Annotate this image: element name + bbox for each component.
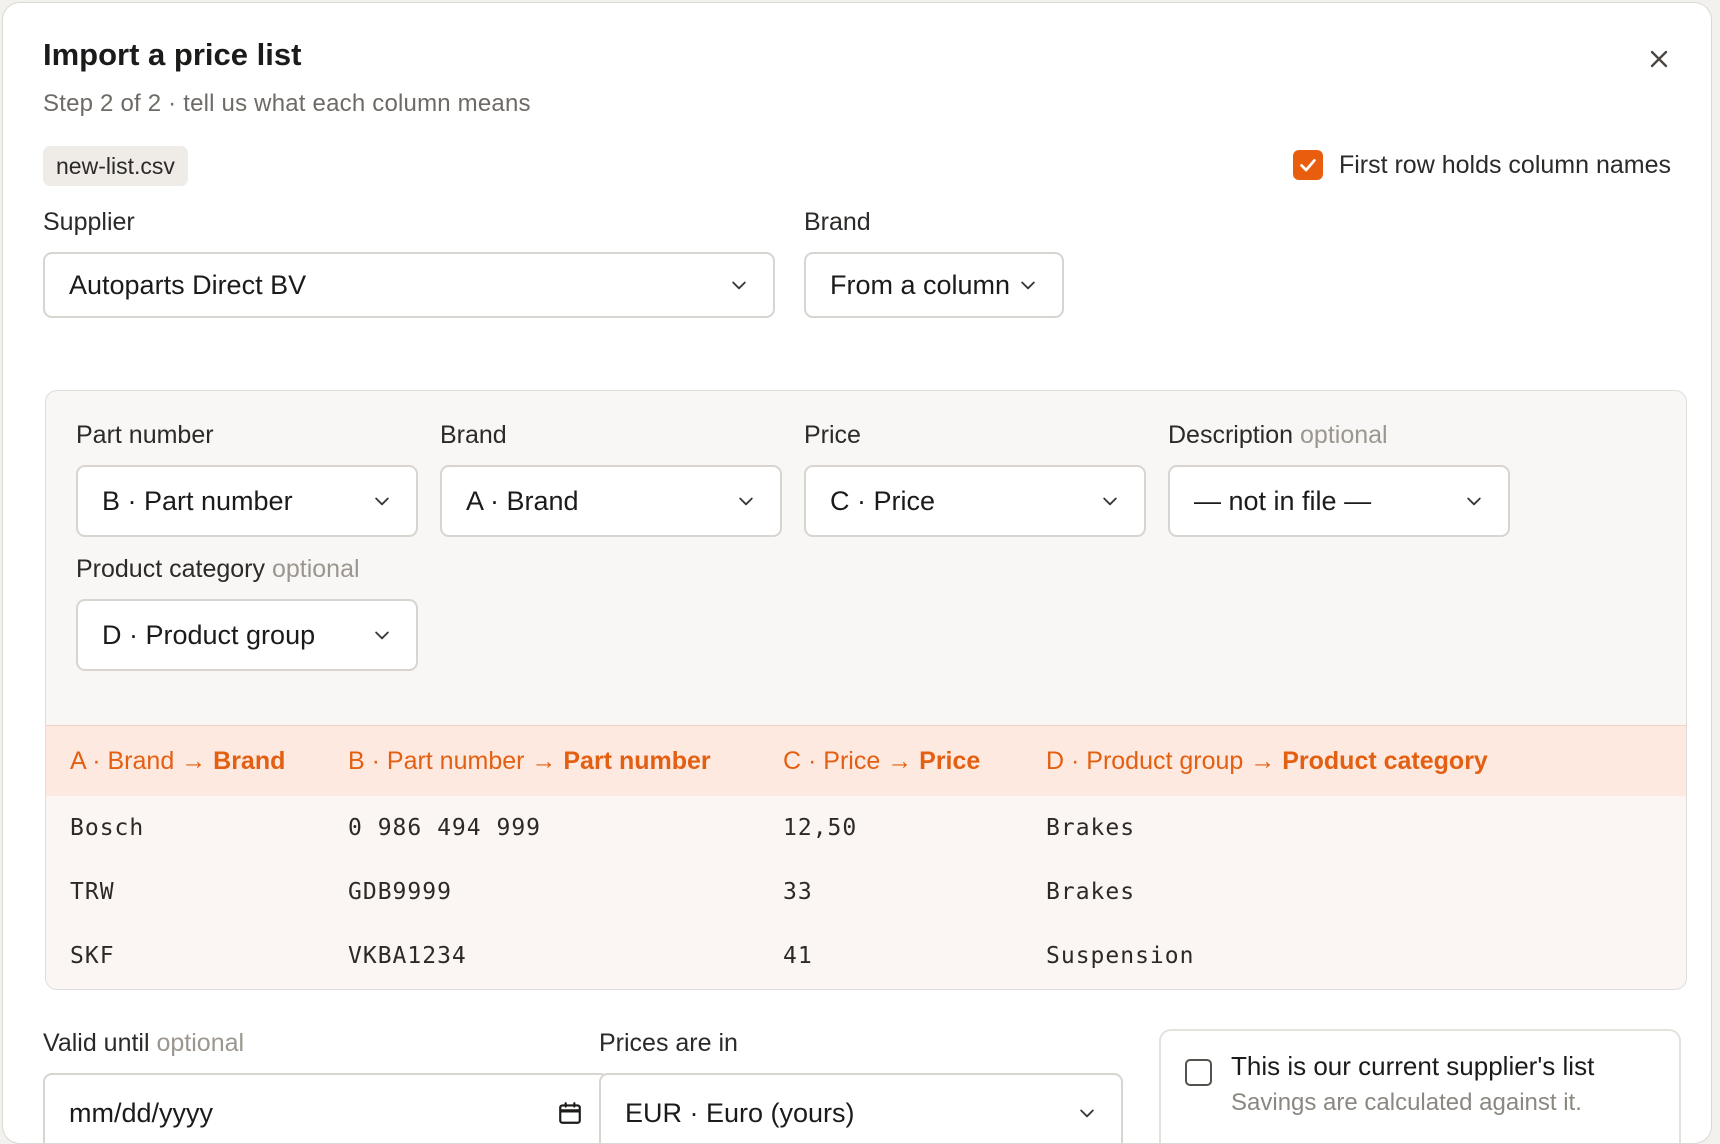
table-cell: 12,50 (783, 815, 858, 841)
file-name-chip: new-list.csv (43, 146, 188, 186)
table-cell: Brakes (1046, 879, 1136, 905)
current-supplier-option[interactable]: This is our current supplier's list Savi… (1159, 1029, 1681, 1143)
currency-select[interactable]: EUR · Euro (yours) (599, 1073, 1123, 1143)
table-cell: 33 (783, 879, 813, 905)
table-cell: 0 986 494 999 (348, 815, 542, 841)
part-number-label: Part number (76, 421, 214, 449)
dialog-title: Import a price list (43, 37, 302, 72)
category-label: Product category optional (76, 555, 360, 583)
currency-value: EUR · Euro (yours) (625, 1097, 855, 1128)
chevron-down-icon (732, 281, 746, 290)
part-number-value: B · Part number (102, 485, 293, 516)
checkbox-unchecked-icon[interactable] (1185, 1059, 1212, 1086)
preview-column-header: B · Part number → Part number (348, 747, 711, 775)
valid-until-label: Valid until optional (43, 1029, 245, 1057)
brand-source-label: Brand (804, 208, 871, 236)
chevron-down-icon (375, 497, 389, 506)
table-cell: GDB9999 (348, 879, 452, 905)
table-cell: 41 (783, 943, 813, 969)
checkbox-checked-icon[interactable] (1292, 150, 1323, 180)
brand-source-value: From a column (830, 269, 1011, 300)
table-cell: Suspension (1046, 943, 1195, 969)
description-value: — not in file — (1194, 485, 1372, 516)
category-value: D · Product group (102, 619, 316, 650)
valid-until-input[interactable]: mm/dd/yyyy (43, 1073, 609, 1143)
header-row-label: First row holds column names (1338, 150, 1671, 179)
table-cell: Bosch (70, 815, 145, 841)
brand-map-label: Brand (440, 421, 507, 449)
table-row: TRW GDB9999 33 Brakes (46, 860, 1686, 925)
price-label: Price (804, 421, 861, 449)
current-supplier-title: This is our current supplier's list (1231, 1051, 1595, 1081)
description-select[interactable]: — not in file — (1168, 465, 1510, 537)
optional-tag: optional (156, 1029, 245, 1057)
table-cell: Brakes (1046, 815, 1136, 841)
chevron-down-icon (1021, 281, 1035, 290)
preview-column-header: D · Product group → Product category (1046, 747, 1488, 775)
chevron-down-icon (1103, 497, 1117, 506)
price-select[interactable]: C · Price (804, 465, 1146, 537)
supplier-value: Autoparts Direct BV (69, 269, 307, 300)
optional-tag: optional (271, 555, 360, 583)
price-value: C · Price (830, 485, 936, 516)
table-cell: TRW (70, 879, 115, 905)
dialog-subtitle: Step 2 of 2 · tell us what each column m… (43, 90, 531, 117)
supplier-label: Supplier (43, 208, 135, 236)
part-number-select[interactable]: B · Part number (76, 465, 418, 537)
table-row: Bosch 0 986 494 999 12,50 Brakes (46, 796, 1686, 861)
preview-column-header: A · Brand → Brand (70, 747, 286, 775)
chevron-down-icon (739, 497, 753, 506)
preview-column-header: C · Price → Price (783, 747, 981, 775)
table-cell: VKBA1234 (348, 943, 467, 969)
column-mapping-panel: Part number B · Part number Brand A · Br… (45, 390, 1687, 990)
valid-until-placeholder: mm/dd/yyyy (69, 1097, 214, 1128)
header-row-checkbox[interactable]: First row holds column names (1292, 150, 1671, 180)
chevron-down-icon (1467, 497, 1481, 506)
import-dialog: Import a price list Step 2 of 2 · tell u… (2, 2, 1712, 1144)
brand-map-value: A · Brand (466, 485, 579, 516)
brand-source-select[interactable]: From a column (804, 252, 1064, 318)
calendar-icon[interactable] (557, 1100, 583, 1126)
close-icon[interactable] (1645, 45, 1673, 73)
description-label: Description optional (1168, 421, 1388, 449)
current-supplier-subtitle: Savings are calculated against it. (1231, 1089, 1582, 1116)
category-select[interactable]: D · Product group (76, 599, 418, 671)
currency-label: Prices are in (599, 1029, 738, 1057)
supplier-select[interactable]: Autoparts Direct BV (43, 252, 775, 318)
preview-table-header: A · Brand → Brand B · Part number → Part… (46, 725, 1686, 797)
chevron-down-icon (1080, 1109, 1094, 1118)
brand-map-select[interactable]: A · Brand (440, 465, 782, 537)
chevron-down-icon (375, 631, 389, 640)
table-cell: SKF (70, 943, 115, 969)
table-row: SKF VKBA1234 41 Suspension (46, 924, 1686, 988)
optional-tag: optional (1300, 421, 1388, 449)
